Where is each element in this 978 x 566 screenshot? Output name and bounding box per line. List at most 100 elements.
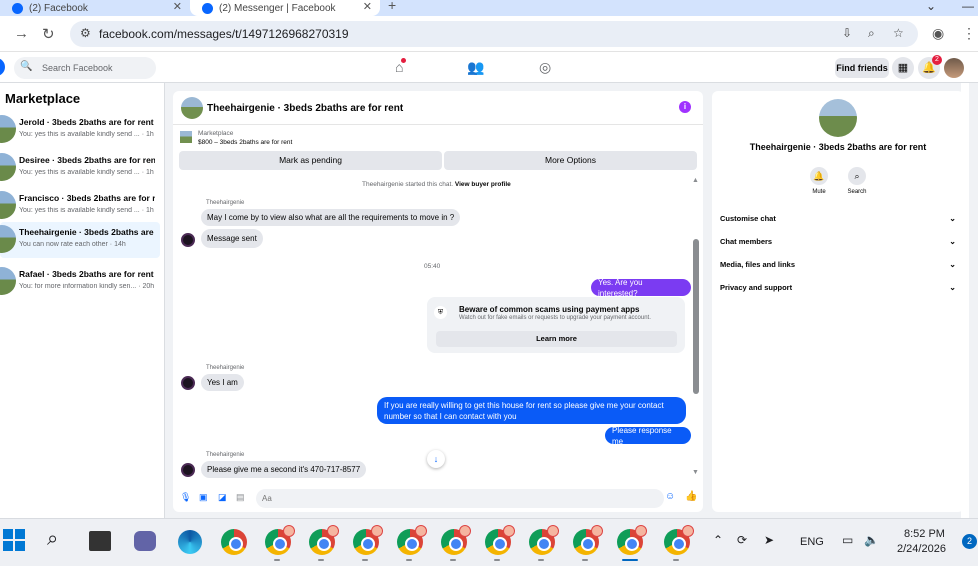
clock-date[interactable]: 2/24/2026 [897,543,946,555]
chrome-profile-icon[interactable] [664,525,694,561]
incoming-message: May I come by to view also what are all … [201,209,461,226]
microphone-icon[interactable]: 🎙 [180,492,191,503]
new-tab-icon[interactable]: + [388,0,396,13]
clock-time[interactable]: 8:52 PM [904,528,945,540]
groups-icon[interactable]: ◎ [539,59,551,76]
scroll-to-bottom-icon[interactable]: ↓ [427,450,445,468]
profile-icon[interactable]: ◉ [932,25,944,42]
volume-icon[interactable]: 🔈 [864,533,879,547]
conversation-item[interactable]: Desiree · 3beds 2baths are for rent You:… [0,150,160,186]
address-bar[interactable]: ⚙ facebook.com/messages/t/14971269682703… [70,21,918,47]
url-text[interactable]: facebook.com/messages/t/1497126968270319 [99,27,349,41]
close-tab-icon[interactable]: ✕ [363,0,372,13]
chrome-profile-icon-active[interactable] [617,525,647,561]
info-icon[interactable]: i [679,101,691,113]
chrome-profile-icon[interactable] [397,525,427,561]
network-icon[interactable]: ▭ [842,533,853,547]
chrome-profile-icon[interactable] [573,525,603,561]
chat-members-section[interactable]: Chat members ⌄ [720,237,960,253]
mark-as-pending-button[interactable]: Mark as pending [179,151,442,170]
thumbs-up-icon[interactable]: 👍 [685,491,697,502]
teams-icon[interactable] [134,531,156,551]
location-arrow-icon[interactable]: ➤ [764,533,774,547]
chrome-icon[interactable] [221,529,247,555]
chat-start-notice: Theehairgenie started this chat. View bu… [362,181,511,188]
notification-center-badge[interactable]: 2 [962,534,977,549]
profile-avatar[interactable] [819,99,857,137]
more-options-button[interactable]: More Options [444,151,697,170]
incoming-message: Message sent [201,229,263,248]
task-view-icon[interactable] [89,531,111,551]
chat-avatar[interactable] [181,97,203,119]
menu-grid-icon[interactable]: ▦ [892,57,914,79]
search-action[interactable]: ⌕ Search [837,167,877,195]
privacy-support-section[interactable]: Privacy and support ⌄ [720,283,960,299]
chrome-profile-icon[interactable] [265,525,295,561]
tab-title: (2) Facebook [29,2,88,14]
language-indicator[interactable]: ENG [800,536,824,548]
install-app-icon[interactable]: ⇩ [842,26,852,40]
sender-avatar[interactable] [181,376,195,390]
conversation-item[interactable]: Francisco · 3beds 2baths are for rent Yo… [0,188,160,224]
conversation-preview: You: yes this is available kindly send .… [19,131,154,138]
chat-pane: Theehairgenie · 3beds 2baths are for ren… [173,91,703,512]
forward-icon[interactable]: → [14,25,29,42]
chrome-profile-icon[interactable] [353,525,383,561]
facebook-favicon-icon [12,2,23,14]
profile-name: Theehairgenie · 3beds 2baths are for ren… [749,142,927,152]
close-tab-icon[interactable]: ✕ [173,0,182,13]
chrome-profile-icon[interactable] [309,525,339,561]
bookmark-star-icon[interactable]: ☆ [893,26,904,40]
tab-title: (2) Messenger | Facebook [219,2,336,14]
minimize-icon[interactable]: — [962,0,974,13]
conversation-item-selected[interactable]: Theehairgenie · 3beds 2baths are f... Yo… [0,222,160,258]
show-hidden-icons-chevron-up-icon[interactable]: ⌃ [713,533,723,547]
message-input[interactable] [256,489,636,508]
running-indicator [673,559,679,561]
find-friends-button[interactable]: Find friends [835,58,889,78]
listing-price-title[interactable]: $800 – 3beds 2baths are for rent [198,139,292,146]
page-scrollbar[interactable] [961,83,969,519]
chrome-profile-icon[interactable] [529,525,559,561]
search-facebook[interactable]: 🔍 Search Facebook [14,57,156,79]
sender-avatar[interactable] [181,233,195,247]
account-avatar[interactable] [944,58,964,78]
conversation-item[interactable]: Jerold · 3beds 2baths are for rent You: … [0,112,160,148]
windows-start-icon[interactable] [3,529,25,551]
sticker-icon[interactable]: ◪ [218,492,227,503]
media-files-links-section[interactable]: Media, files and links ⌄ [720,260,960,276]
home-icon[interactable]: ⌂ [395,58,407,75]
scroll-down-icon[interactable]: ▼ [692,469,699,476]
conversation-item[interactable]: Rafael · 3beds 2baths are for rent You: … [0,264,160,300]
scroll-up-icon[interactable]: ▲ [692,177,699,184]
image-icon[interactable]: ▣ [199,492,208,503]
facebook-favicon-icon [202,2,213,14]
gif-icon[interactable]: ▤ [236,492,245,503]
search-icon[interactable]: ⌕ [47,528,58,551]
site-info-icon[interactable]: ⚙ [80,26,91,40]
browser-tab-messenger[interactable]: (2) Messenger | Facebook ✕ [190,0,380,16]
chat-title[interactable]: Theehairgenie · 3beds 2baths are for ren… [207,103,403,114]
tab-search-icon[interactable]: ⌄ [926,0,936,13]
chrome-profile-icon[interactable] [485,525,515,561]
chrome-profile-icon[interactable] [441,525,471,561]
zoom-icon[interactable]: ⌕ [868,26,875,41]
mute-action[interactable]: 🔔 Mute [799,167,839,195]
friends-icon[interactable]: 👥 [467,59,484,76]
view-buyer-profile-link[interactable]: View buyer profile [455,181,511,188]
menu-dots-icon[interactable]: ⋮ [962,25,976,42]
facebook-logo-icon[interactable] [0,58,5,76]
sync-icon[interactable]: ⟳ [737,533,747,547]
browser-tab-facebook[interactable]: (2) Facebook ✕ [0,0,190,16]
chat-scrollbar[interactable]: ▲ ▼ [692,177,700,479]
reload-icon[interactable]: ↻ [42,25,55,43]
running-indicator [494,559,500,561]
sender-avatar[interactable] [181,463,195,477]
listing-thumbnail [0,225,16,253]
learn-more-button[interactable]: Learn more [436,331,677,347]
edge-icon[interactable] [178,530,202,554]
message-input-box[interactable] [256,489,664,508]
emoji-icon[interactable]: ☺ [665,491,675,502]
scrollbar-thumb[interactable] [693,239,699,394]
customise-chat-section[interactable]: Customise chat ⌄ [720,214,960,230]
